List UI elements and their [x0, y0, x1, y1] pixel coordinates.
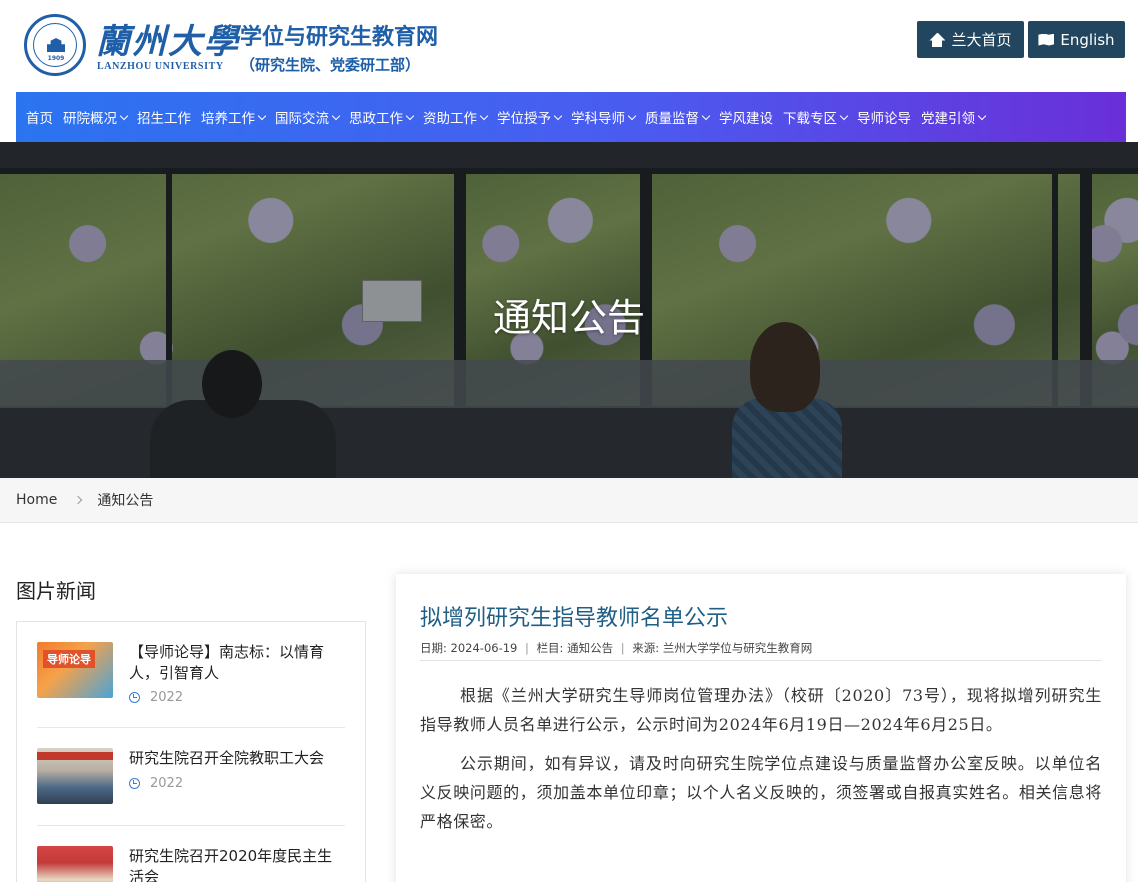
nav-label: 导师论导: [857, 111, 911, 127]
nav-label: 学位授予: [497, 111, 551, 127]
site-header: 1909 蘭州大學 LANZHOU UNIVERSITY 学位与研究生教育网 （…: [0, 0, 1138, 92]
list-item[interactable]: 导师论导 【导师论导】南志标：以情育人，引智育人 2022: [37, 642, 345, 728]
chevron-down-icon: [553, 111, 563, 120]
article-paragraph: 公示期间，如有异议，请及时向研究生院学位点建设与质量监督办公室反映。以单位名义反…: [420, 754, 1102, 831]
nav-item-international[interactable]: 国际交流: [275, 107, 341, 127]
meta-source: 兰州大学学位与研究生教育网: [662, 641, 813, 655]
nav-item-degree[interactable]: 学位授予: [497, 107, 563, 127]
nav-item-study-style[interactable]: 学风建设: [719, 107, 773, 127]
nav-item-quality[interactable]: 质量监督: [645, 107, 711, 127]
nav-label: 党建引领: [921, 111, 975, 127]
seal-year: 1909: [47, 55, 65, 62]
news-thumbnail[interactable]: [37, 846, 113, 882]
news-date-text: 2022: [150, 690, 184, 705]
english-label: English: [1060, 30, 1115, 49]
nav-item-downloads[interactable]: 下载专区: [783, 107, 849, 127]
news-thumbnail[interactable]: 导师论导: [37, 642, 113, 698]
home-icon: [929, 33, 945, 47]
nav-label: 首页: [26, 111, 53, 127]
meta-column-label: 栏目:: [536, 641, 564, 655]
site-subtitle: （研究生院、党委研工部）: [240, 56, 421, 74]
meta-column[interactable]: 通知公告: [567, 641, 613, 655]
nav-label: 国际交流: [275, 111, 329, 127]
page-banner: 通知公告: [0, 142, 1138, 478]
university-seal-icon[interactable]: 1909: [24, 14, 86, 76]
news-date: 2022: [129, 690, 183, 705]
article-card: 拟增列研究生指导教师名单公示 日期: 2024-06-19 | 栏目: 通知公告…: [396, 574, 1126, 882]
lzu-home-button[interactable]: 兰大首页: [917, 21, 1024, 58]
nav-label: 研院概况: [63, 111, 117, 127]
article-title: 拟增列研究生指导教师名单公示: [420, 606, 729, 631]
university-logo-text[interactable]: 蘭州大學: [96, 14, 240, 63]
chevron-down-icon: [331, 111, 341, 120]
chevron-down-icon: [627, 111, 637, 120]
chevron-down-icon: [701, 111, 711, 120]
breadcrumb: Home 通知公告: [0, 478, 1138, 523]
chevron-down-icon: [977, 111, 987, 120]
article-body: 根据《兰州大学研究生导师岗位管理办法》（校研〔2020〕73号），现将拟增列研究…: [420, 681, 1102, 846]
nav-item-supervisors[interactable]: 学科导师: [571, 107, 637, 127]
chevron-down-icon: [839, 111, 849, 120]
news-title[interactable]: 研究生院召开全院教职工大会: [129, 748, 343, 769]
nav-item-overview[interactable]: 研院概况: [63, 107, 129, 127]
photo-news-list: 导师论导 【导师论导】南志标：以情育人，引智育人 2022 研究生院召开全院教职…: [16, 621, 366, 882]
chevron-right-icon: [74, 495, 83, 505]
nav-item-mentor-talks[interactable]: 导师论导: [857, 107, 911, 127]
map-icon: [1038, 33, 1054, 47]
news-date-text: 2022: [150, 776, 184, 791]
university-logo-english: LANZHOU UNIVERSITY: [97, 61, 224, 72]
breadcrumb-current[interactable]: 通知公告: [97, 490, 153, 510]
list-item[interactable]: 研究生院召开2020年度民主生活会: [37, 846, 345, 882]
nav-item-ideology[interactable]: 思政工作: [349, 107, 415, 127]
nav-label: 思政工作: [349, 111, 403, 127]
list-item[interactable]: 研究生院召开全院教职工大会 2022: [37, 748, 345, 826]
nav-item-training[interactable]: 培养工作: [201, 107, 267, 127]
nav-label: 学风建设: [719, 111, 773, 127]
chevron-down-icon: [405, 111, 415, 120]
nav-label: 资助工作: [423, 111, 477, 127]
nav-label: 培养工作: [201, 111, 255, 127]
breadcrumb-home[interactable]: Home: [16, 492, 57, 508]
lzu-home-label: 兰大首页: [951, 31, 1012, 49]
chevron-down-icon: [119, 111, 129, 120]
news-date: 2022: [129, 776, 183, 791]
nav-item-admissions[interactable]: 招生工作: [137, 107, 191, 127]
clock-icon: [129, 778, 140, 789]
meta-date-label: 日期:: [420, 641, 447, 655]
chevron-down-icon: [257, 111, 267, 120]
news-thumbnail[interactable]: [37, 748, 113, 804]
clock-icon: [129, 692, 140, 703]
main-nav: 首页 研院概况 招生工作 培养工作 国际交流 思政工作 资助工作 学位授予 学科…: [16, 92, 1126, 142]
nav-item-party[interactable]: 党建引领: [921, 107, 987, 127]
nav-item-home[interactable]: 首页: [26, 107, 53, 127]
nav-label: 下载专区: [783, 111, 837, 127]
nav-label: 质量监督: [645, 111, 699, 127]
meta-source-label: 来源:: [632, 641, 660, 655]
sidebar-title: 图片新闻: [16, 579, 96, 603]
article-meta: 日期: 2024-06-19 | 栏目: 通知公告 | 来源: 兰州大学学位与研…: [420, 640, 1102, 661]
news-title[interactable]: 【导师论导】南志标：以情育人，引智育人: [129, 642, 343, 684]
meta-date: 2024-06-19: [450, 641, 518, 655]
thumbnail-label: 导师论导: [43, 650, 95, 668]
banner-title: 通知公告: [492, 296, 645, 340]
nav-label: 招生工作: [137, 111, 191, 127]
chevron-down-icon: [479, 111, 489, 120]
english-button[interactable]: English: [1028, 21, 1125, 58]
article-paragraph: 根据《兰州大学研究生导师岗位管理办法》（校研〔2020〕73号），现将拟增列研究…: [420, 686, 1102, 734]
nav-item-funding[interactable]: 资助工作: [423, 107, 489, 127]
site-title[interactable]: 学位与研究生教育网: [240, 19, 438, 51]
news-title[interactable]: 研究生院召开2020年度民主生活会: [129, 846, 343, 882]
nav-label: 学科导师: [571, 111, 625, 127]
